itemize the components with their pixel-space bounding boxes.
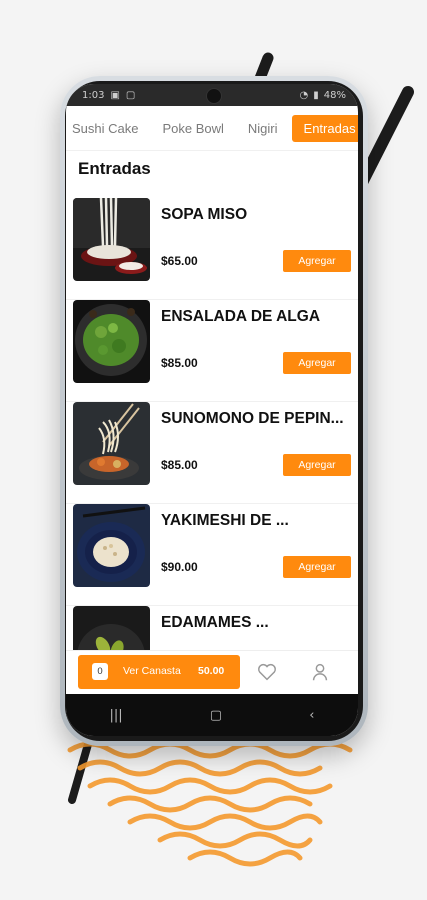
product-item[interactable]: SUNOMONO DE PEPIN... $85.00 Agregar [66,402,358,504]
notification-icon: ▣ [110,89,120,101]
product-price: $85.00 [161,458,198,472]
add-to-cart-button[interactable]: Agregar [283,454,351,476]
product-price: $90.00 [161,560,198,574]
tab-nigiri[interactable]: Nigiri [236,115,290,142]
product-item[interactable]: EDAMAMES ... [66,606,358,656]
product-name: ENSALADA DE ALGA [161,308,321,325]
user-icon[interactable] [309,661,331,683]
add-to-cart-button[interactable]: Agregar [283,250,351,272]
signal-icon: ▮ [313,89,319,101]
system-navigation-bar: ||| ▢ ‹ [66,694,358,736]
product-item[interactable]: ENSALADA DE ALGA $85.00 Agregar [66,300,358,402]
heart-icon[interactable] [256,661,278,683]
bottom-bar: 0 Ver Canasta 50.00 [66,650,358,695]
product-item[interactable]: SOPA MISO $65.00 Agregar [66,198,358,300]
home-icon[interactable]: ▢ [210,708,222,723]
battery-level: 48% [323,89,346,101]
front-camera [206,88,222,104]
product-image [73,402,150,485]
product-item[interactable]: YAKIMESHI DE ... $90.00 Agregar [66,504,358,606]
product-name: EDAMAMES ... [161,614,269,631]
app-screen: 1:03 ▣ ▢ ◔ ▮ 48% Sushi Cake Poke Bowl Ni… [66,84,358,736]
product-name: SOPA MISO [161,206,248,223]
product-name: YAKIMESHI DE ... [161,512,289,529]
section-title: Entradas [66,150,358,185]
product-price: $65.00 [161,254,198,268]
product-image [73,300,150,383]
gallery-icon: ▢ [125,89,136,101]
cart-label: Ver Canasta [123,665,181,677]
product-image [73,504,150,587]
recents-icon[interactable]: ||| [110,708,123,723]
category-tabs: Sushi Cake Poke Bowl Nigiri Entradas [66,106,358,150]
product-image [73,606,150,656]
status-time: 1:03 [82,89,105,101]
tab-poke-bowl[interactable]: Poke Bowl [150,115,235,142]
product-list[interactable]: SOPA MISO $65.00 Agregar ENSALADA DE ALG [66,198,358,656]
tab-sushi-cake[interactable]: Sushi Cake [70,115,150,142]
add-to-cart-button[interactable]: Agregar [283,556,351,578]
product-image [73,198,150,281]
product-name: SUNOMONO DE PEPIN... [161,410,344,427]
product-price: $85.00 [161,356,198,370]
add-to-cart-button[interactable]: Agregar [283,352,351,374]
view-cart-button[interactable]: 0 Ver Canasta 50.00 [78,655,240,689]
wifi-icon: ◔ [299,89,309,101]
back-icon[interactable]: ‹ [309,708,314,723]
cart-count-badge: 0 [92,663,108,680]
tab-entradas[interactable]: Entradas [291,114,358,142]
cart-total: 50.00 [198,665,225,677]
